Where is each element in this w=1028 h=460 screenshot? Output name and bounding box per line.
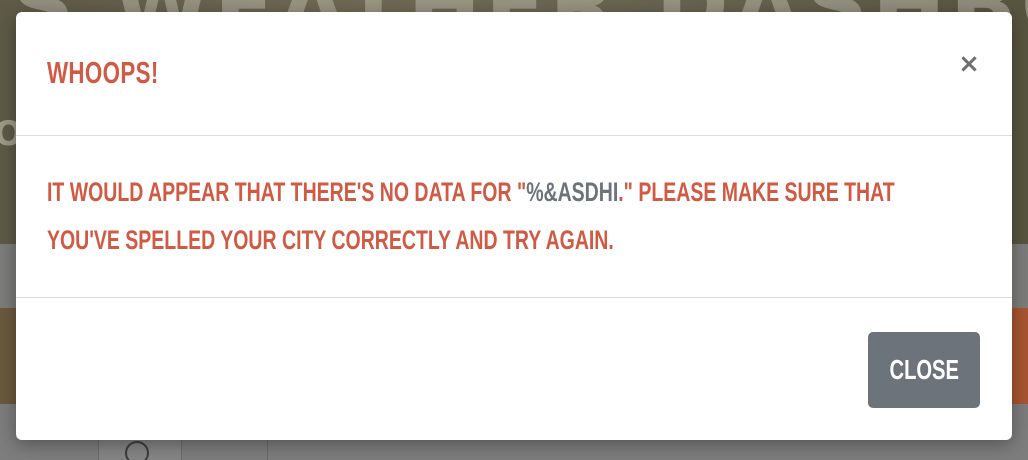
modal-footer: Close [16,298,1012,440]
searched-city: %&asdhi [526,177,619,207]
close-button-label: Close [889,354,959,385]
close-icon[interactable]: × [956,50,982,78]
search-icon [125,441,149,460]
message-text-start: It would appear that there's no data for… [47,177,527,207]
modal-message: It would appear that there's no data for… [47,168,942,264]
error-modal: Whoops! × It would appear that there's n… [16,12,1012,440]
close-button[interactable]: Close [868,332,980,408]
modal-body: It would appear that there's no data for… [16,136,1012,298]
modal-title: Whoops! [47,55,159,90]
modal-header: Whoops! × [16,12,1012,136]
